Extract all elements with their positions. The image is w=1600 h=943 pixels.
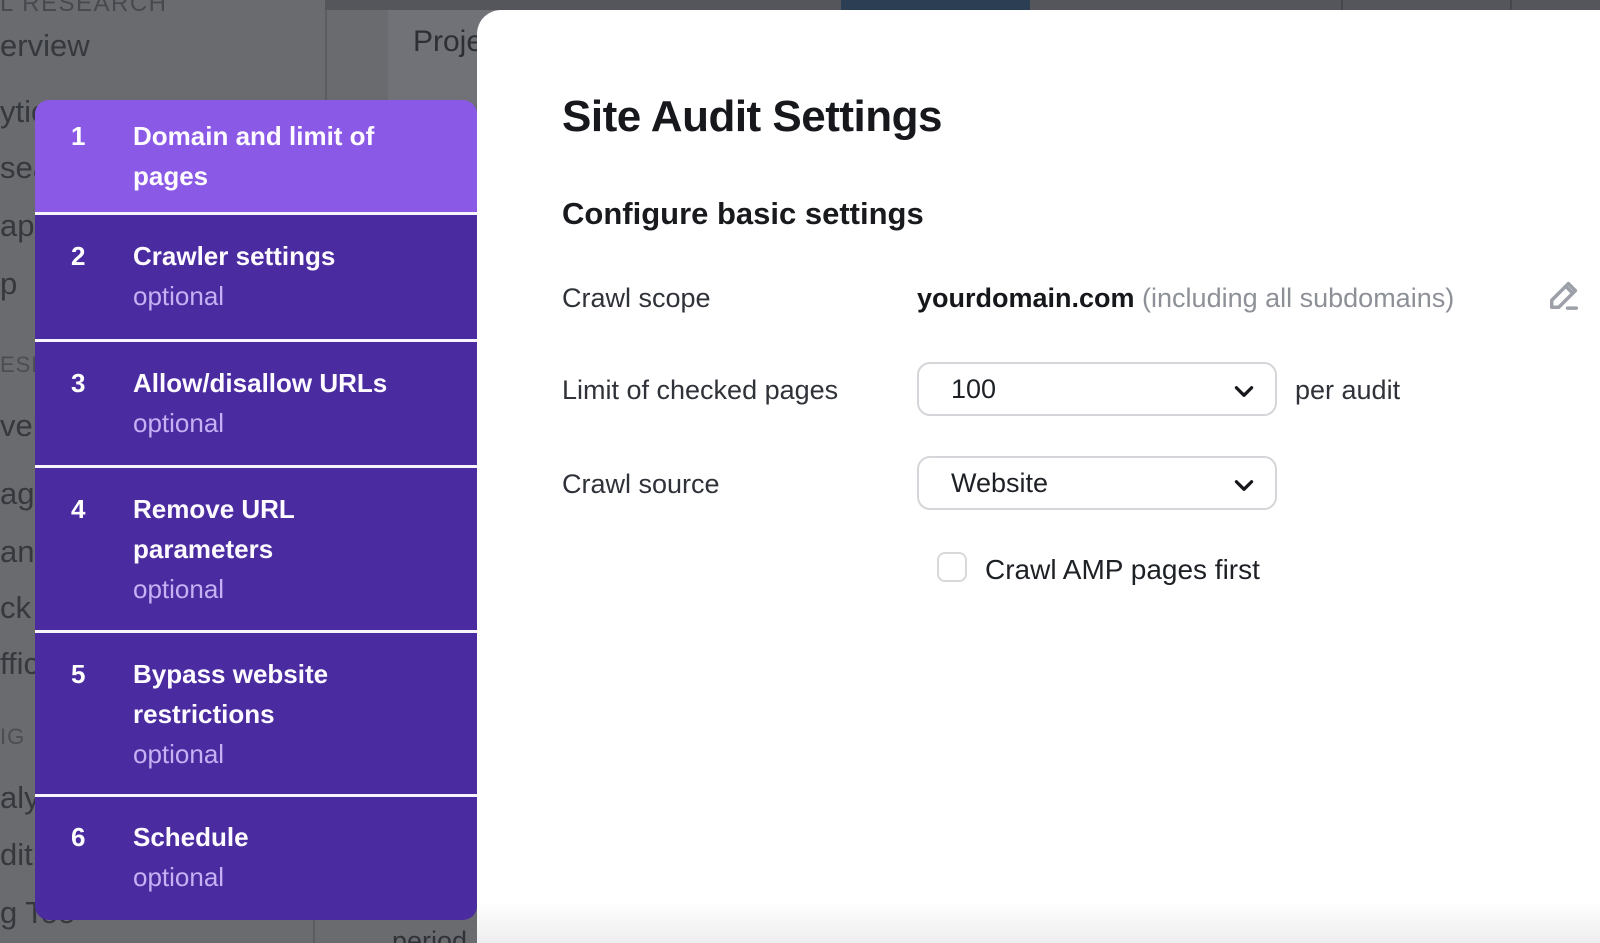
limit-select-value: 100 (951, 374, 996, 405)
header-divider (1510, 0, 1512, 10)
step-crawler-settings[interactable]: 2 Crawler settings optional (35, 215, 477, 342)
nav-fragment: p (0, 266, 17, 302)
nav-fragment: erview (0, 28, 90, 64)
nav-fragment: ffic (0, 646, 39, 682)
limit-select[interactable]: 100 (917, 362, 1277, 416)
crawl-scope-subdomains-note: (including all subdomains) (1142, 283, 1454, 313)
limit-label: Limit of checked pages (562, 375, 838, 406)
step-bypass-website-restrictions[interactable]: 5 Bypass website restrictions optional (35, 633, 477, 797)
chevron-down-icon (1231, 472, 1257, 505)
step-title: Allow/disallow URLs (133, 363, 433, 403)
site-audit-settings-modal: Site Audit Settings Configure basic sett… (477, 10, 1600, 943)
step-domain-and-limit[interactable]: 1 Domain and limit of pages (35, 100, 477, 215)
crawl-amp-checkbox-label: Crawl AMP pages first (985, 554, 1260, 586)
crawl-source-select-value: Website (951, 468, 1048, 499)
header-divider (1341, 0, 1343, 10)
nav-fragment: dit (0, 837, 33, 873)
step-title: Bypass website restrictions (133, 654, 433, 734)
crawl-source-label: Crawl source (562, 469, 720, 500)
step-remove-url-parameters[interactable]: 4 Remove URL parameters optional (35, 468, 477, 633)
page-divider (325, 0, 327, 105)
crawl-scope-label: Crawl scope (562, 283, 711, 314)
nav-fragment: ck (0, 590, 31, 626)
step-allow-disallow-urls[interactable]: 3 Allow/disallow URLs optional (35, 342, 477, 468)
step-note: optional (133, 403, 433, 443)
step-note: optional (133, 569, 433, 609)
step-number: 5 (35, 654, 133, 794)
step-schedule[interactable]: 6 Schedule optional (35, 797, 477, 920)
crawl-source-select[interactable]: Website (917, 456, 1277, 510)
step-title: Domain and limit of pages (133, 116, 433, 196)
step-number: 3 (35, 363, 133, 465)
step-number: 2 (35, 236, 133, 339)
step-number: 6 (35, 817, 133, 920)
step-title: Remove URL parameters (133, 489, 433, 569)
step-note: optional (133, 276, 433, 316)
per-audit-suffix: per audit (1295, 375, 1400, 406)
crawl-scope-domain: yourdomain.com (917, 283, 1135, 313)
step-title: Schedule (133, 817, 433, 857)
step-number: 4 (35, 489, 133, 630)
modal-title: Site Audit Settings (562, 92, 942, 142)
header-navy-segment (841, 0, 1030, 10)
page-text-fragment: period (392, 926, 467, 943)
nav-fragment: IG (0, 724, 25, 750)
crawl-amp-checkbox[interactable] (937, 552, 967, 582)
section-title: Configure basic settings (562, 196, 924, 232)
nav-fragment: aly (0, 780, 40, 816)
step-title: Crawler settings (133, 236, 433, 276)
crawl-scope-value: yourdomain.com (including all subdomains… (917, 283, 1454, 314)
settings-wizard-steps: 1 Domain and limit of pages 2 Crawler se… (35, 100, 477, 920)
chevron-down-icon (1231, 378, 1257, 411)
page-divider (313, 920, 315, 943)
nav-fragment: L RESEARCH (0, 0, 167, 18)
edit-crawl-scope-button[interactable] (1543, 274, 1585, 316)
nav-fragment: ap (0, 208, 34, 244)
step-note: optional (133, 734, 433, 774)
step-note: optional (133, 857, 433, 897)
modal-footer-fade (477, 901, 1600, 943)
pencil-icon (1543, 303, 1585, 320)
step-number: 1 (35, 116, 133, 212)
page-header-strip (325, 0, 1600, 10)
